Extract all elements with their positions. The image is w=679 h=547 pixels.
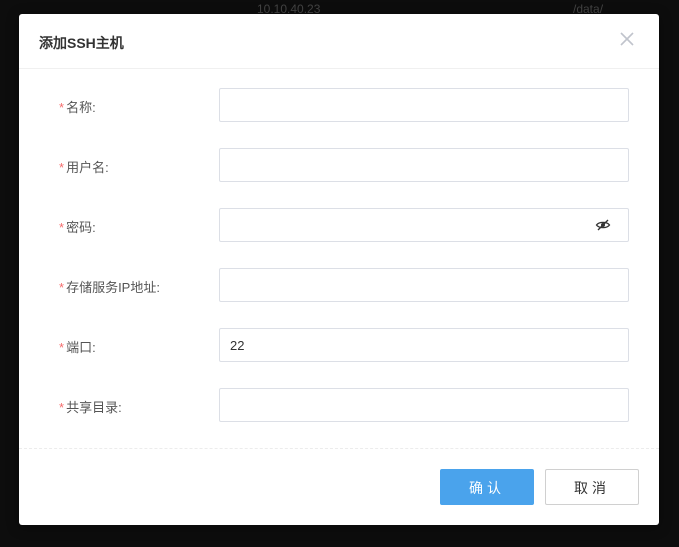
username-label: * 用户名: [59,160,109,175]
password-label: * 密码: [59,220,96,235]
port-label: * 端口: [59,340,96,355]
form-row-port: * 端口: [19,328,659,362]
form-row-username: * 用户名: [19,148,659,182]
add-ssh-host-dialog: 添加SSH主机 * 名称: * 用户名: * 密码: * 存储服务IP地址: *… [19,14,659,525]
storage-ip-input[interactable] [219,268,629,302]
form-row-share-dir: * 共享目录: [19,388,659,422]
form-row-storage-ip: * 存储服务IP地址: [19,268,659,302]
confirm-button[interactable]: 确认 [440,469,534,505]
share-dir-label: * 共享目录: [59,400,122,415]
cancel-button[interactable]: 取消 [545,469,639,505]
username-input[interactable] [219,148,629,182]
name-label: * 名称: [59,100,96,115]
port-input[interactable] [219,328,629,362]
footer-divider [19,448,659,449]
form-row-name: * 名称: [19,88,659,122]
eye-hidden-icon[interactable] [595,217,611,233]
dialog-header: 添加SSH主机 [19,14,659,69]
share-dir-input[interactable] [219,388,629,422]
background-table-row: 10.10.40.23 /data/ [0,0,679,16]
dialog-title: 添加SSH主机 [39,35,124,51]
form-row-password: * 密码: [19,208,659,242]
name-input[interactable] [219,88,629,122]
storage-ip-label: * 存储服务IP地址: [59,280,160,295]
close-icon[interactable] [617,29,637,49]
password-input[interactable] [219,208,629,242]
